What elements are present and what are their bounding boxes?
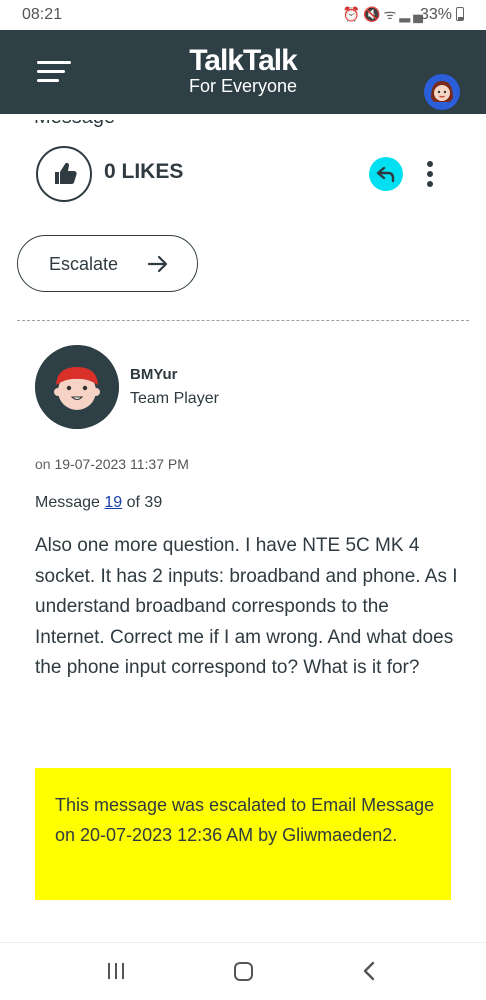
post-body: Also one more question. I have NTE 5C MK… <box>35 535 458 678</box>
app-header: TalkTalk For Everyone <box>0 30 486 114</box>
message-index: Message 19 of 39 <box>35 494 163 511</box>
battery-percent: 33% <box>419 6 452 23</box>
arrow-right-icon <box>147 255 168 273</box>
more-options-icon[interactable] <box>426 161 434 189</box>
battery-icon <box>456 7 464 21</box>
brand-tagline: For Everyone <box>188 76 298 96</box>
thumbs-up-icon <box>55 162 77 184</box>
author-name[interactable]: BMYur <box>130 366 178 383</box>
user-avatar[interactable] <box>424 74 460 110</box>
status-bar: 08:21 ⏰🔇ᯤ▂▄ 33% <box>0 0 486 30</box>
escalate-label: Escalate <box>49 254 119 274</box>
reply-button[interactable] <box>369 157 403 191</box>
like-button[interactable] <box>36 146 92 202</box>
author-avatar[interactable] <box>35 345 119 429</box>
previous-text-fragment: Message <box>34 120 154 136</box>
post-date: on 19-07-2023 11:37 PM <box>35 456 189 472</box>
post-divider <box>17 320 469 321</box>
message-number-link[interactable]: 19 <box>104 494 122 511</box>
escalation-note: This message was escalated to Email Mess… <box>35 768 451 900</box>
recent-apps-icon[interactable] <box>108 963 126 979</box>
reply-icon <box>376 166 395 183</box>
status-icons: ⏰🔇ᯤ▂▄ <box>343 5 426 24</box>
likes-count: 0 LIKES <box>104 160 184 183</box>
brand-logo[interactable]: TalkTalk <box>0 44 486 78</box>
mute-icon: 🔇 <box>363 6 384 22</box>
escalate-button[interactable]: Escalate <box>17 235 198 292</box>
status-time: 08:21 <box>22 6 63 23</box>
escalation-note-text: This message was escalated to Email Mess… <box>55 795 435 845</box>
author-rank: Team Player <box>130 390 219 407</box>
wifi-icon: ᯤ <box>383 6 400 22</box>
system-nav-bar <box>0 942 486 1000</box>
alarm-icon: ⏰ <box>342 6 364 22</box>
home-icon[interactable] <box>234 962 253 981</box>
back-icon[interactable] <box>362 961 376 981</box>
